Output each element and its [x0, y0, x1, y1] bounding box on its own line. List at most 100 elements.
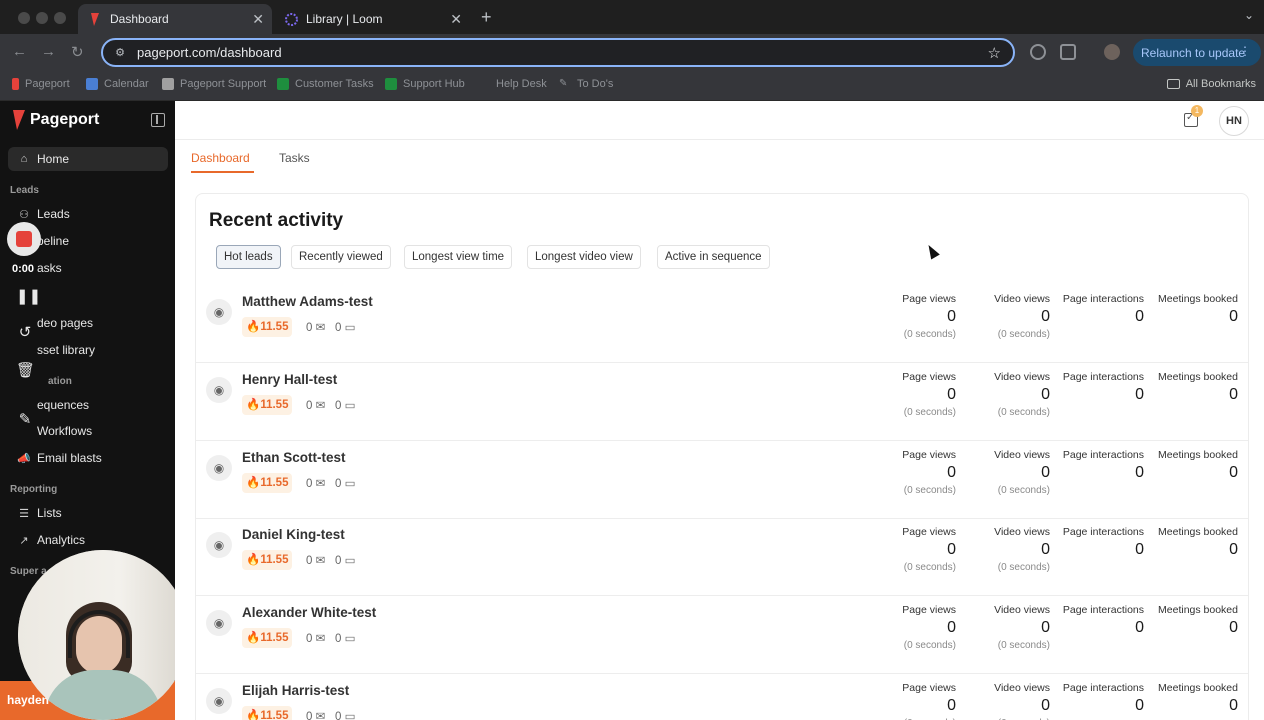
- draw-tool-icon[interactable]: ✎: [16, 410, 34, 428]
- reload-icon[interactable]: ↻: [71, 43, 84, 61]
- chat-icon: ▭: [344, 711, 356, 720]
- lead-name[interactable]: Elijah Harris-test: [242, 683, 349, 698]
- filter-recently-viewed[interactable]: Recently viewed: [291, 245, 391, 269]
- chat-icon: ▭: [344, 400, 356, 412]
- window-zoom-dot[interactable]: [54, 12, 66, 24]
- lead-name[interactable]: Henry Hall-test: [242, 372, 337, 387]
- lead-name[interactable]: Alexander White-test: [242, 605, 376, 620]
- address-bar[interactable]: ⚙ pageport.com/dashboard ☆: [101, 38, 1015, 67]
- mail-icon: ✉: [315, 555, 326, 567]
- bookmark-calendar[interactable]: Calendar: [86, 78, 149, 90]
- window-minimize-dot[interactable]: [36, 12, 48, 24]
- restart-icon[interactable]: ↺: [16, 323, 34, 341]
- mail-icon: ✉: [315, 478, 326, 490]
- extension-globe-icon[interactable]: [1030, 44, 1046, 60]
- eye-icon[interactable]: ◉: [206, 688, 232, 714]
- filter-active-in-sequence[interactable]: Active in sequence: [657, 245, 770, 269]
- stop-recording-button[interactable]: [7, 222, 41, 256]
- address-url[interactable]: pageport.com/dashboard: [137, 45, 282, 60]
- close-tab-icon[interactable]: ✕: [450, 11, 462, 28]
- lead-row[interactable]: ◉ Matthew Adams-test 🔥11.55 0 ✉ 0 ▭ Page view…: [196, 285, 1248, 363]
- lead-row[interactable]: ◉ Henry Hall-test 🔥11.55 0 ✉ 0 ▭ Page views 0(…: [196, 363, 1248, 441]
- browser-tab-loom[interactable]: Library | Loom ✕: [274, 4, 470, 34]
- message-count-value: 0: [335, 322, 342, 334]
- forward-arrow-icon[interactable]: →: [41, 43, 56, 60]
- pageport-logo[interactable]: Pageport: [12, 110, 99, 130]
- fire-icon: 🔥: [246, 632, 261, 644]
- tab-tasks[interactable]: Tasks: [279, 151, 310, 165]
- sidebar-item-label: Analytics: [37, 533, 86, 547]
- lead-score: 11.55: [260, 477, 289, 489]
- bookmark-pageport[interactable]: Pageport: [12, 78, 70, 90]
- email-count-value: 0: [306, 322, 313, 334]
- lead-row[interactable]: ◉ Elijah Harris-test 🔥11.55 0 ✉ 0 ▭ Page view…: [196, 674, 1248, 720]
- megaphone-icon: 📣: [17, 452, 31, 465]
- relaunch-to-update-button[interactable]: Relaunch to update ⋮: [1133, 39, 1261, 66]
- metric-duration: (0 seconds): [997, 329, 1050, 340]
- fire-icon: 🔥: [246, 554, 261, 566]
- browser-menu-icon[interactable]: ⋮: [1239, 44, 1251, 58]
- bookmark-to-dos[interactable]: ✎ To Do's: [559, 78, 613, 90]
- eye-icon[interactable]: ◉: [206, 377, 232, 403]
- metric-value: 0: [1229, 541, 1238, 558]
- eye-icon[interactable]: ◉: [206, 299, 232, 325]
- filter-longest-video-view[interactable]: Longest video view: [527, 245, 641, 269]
- trello-bookmark-icon: [162, 78, 174, 90]
- fire-icon: 🔥: [246, 477, 261, 489]
- lead-row[interactable]: ◉ Alexander White-test 🔥11.55 0 ✉ 0 ▭ Page vi…: [196, 596, 1248, 674]
- sidebar-item-lists[interactable]: ☰ Lists: [8, 501, 168, 525]
- email-count-value: 0: [306, 555, 313, 567]
- trash-icon[interactable]: 🗑: [16, 361, 35, 379]
- metric-value: 0: [1229, 697, 1238, 714]
- lead-row[interactable]: ◉ Ethan Scott-test 🔥11.55 0 ✉ 0 ▭ Page views 0…: [196, 441, 1248, 519]
- lead-score: 11.55: [260, 632, 289, 644]
- window-close-dot[interactable]: [18, 12, 30, 24]
- metric-duration: (0 seconds): [997, 640, 1050, 651]
- webcam-bubble[interactable]: [18, 550, 188, 720]
- sidebar-item-label: Home: [37, 152, 70, 166]
- lead-row[interactable]: ◉ Daniel King-test 🔥11.55 0 ✉ 0 ▭ Page views 0…: [196, 518, 1248, 596]
- metric-label: Meetings booked: [1158, 526, 1238, 538]
- metric-meetings-booked: Meetings booked 0: [1128, 604, 1238, 637]
- close-tab-icon[interactable]: ✕: [252, 11, 264, 28]
- collapse-sidebar-icon[interactable]: [151, 113, 165, 127]
- tab-dashboard[interactable]: Dashboard: [191, 151, 254, 173]
- sidebar-item-label: Email blasts: [37, 451, 102, 465]
- mail-icon: ✉: [315, 322, 326, 334]
- bookmark-customer-tasks[interactable]: Customer Tasks: [277, 78, 374, 90]
- back-arrow-icon[interactable]: ←: [12, 43, 27, 60]
- all-bookmarks-button[interactable]: All Bookmarks: [1166, 78, 1256, 90]
- lead-name[interactable]: Matthew Adams-test: [242, 294, 373, 309]
- tab-search-chevron-icon[interactable]: ⌄: [1244, 8, 1254, 22]
- browser-tab-title: Library | Loom: [306, 12, 383, 26]
- email-count: 0 ✉: [306, 553, 325, 567]
- user-avatar[interactable]: HN: [1219, 106, 1249, 136]
- sidebar-item-analytics[interactable]: ↗ Analytics: [8, 528, 168, 552]
- site-info-icon[interactable]: ⚙: [113, 46, 127, 59]
- fire-icon: 🔥: [246, 710, 261, 720]
- lead-name[interactable]: Daniel King-test: [242, 527, 345, 542]
- email-count-value: 0: [306, 711, 313, 720]
- browser-tab-dashboard[interactable]: Dashboard ✕: [78, 4, 272, 34]
- bookmark-pageport-support[interactable]: Pageport Support: [162, 78, 266, 90]
- eye-icon[interactable]: ◉: [206, 610, 232, 636]
- bookmark-help-desk[interactable]: Help Desk: [478, 78, 547, 90]
- bookmark-support-hub[interactable]: Support Hub: [385, 78, 465, 90]
- metric-duration: (0 seconds): [997, 562, 1050, 573]
- new-tab-button[interactable]: +: [481, 7, 492, 28]
- bookmark-star-icon[interactable]: ☆: [988, 44, 1001, 62]
- sidebar-item-email-blasts[interactable]: 📣 Email blasts: [8, 446, 168, 470]
- eye-icon[interactable]: ◉: [206, 455, 232, 481]
- metric-duration: (0 seconds): [997, 485, 1050, 496]
- extensions-puzzle-icon[interactable]: [1060, 44, 1076, 60]
- message-count-value: 0: [335, 711, 342, 720]
- pause-icon[interactable]: ❚❚: [16, 287, 41, 305]
- metric-label: Meetings booked: [1158, 604, 1238, 616]
- eye-icon[interactable]: ◉: [206, 532, 232, 558]
- email-count: 0 ✉: [306, 320, 325, 334]
- profile-avatar-icon[interactable]: [1104, 44, 1120, 60]
- filter-longest-view-time[interactable]: Longest view time: [404, 245, 513, 269]
- filter-hot-leads[interactable]: Hot leads: [216, 245, 281, 269]
- sidebar-item-home[interactable]: ⌂ Home: [8, 147, 168, 171]
- lead-name[interactable]: Ethan Scott-test: [242, 450, 346, 465]
